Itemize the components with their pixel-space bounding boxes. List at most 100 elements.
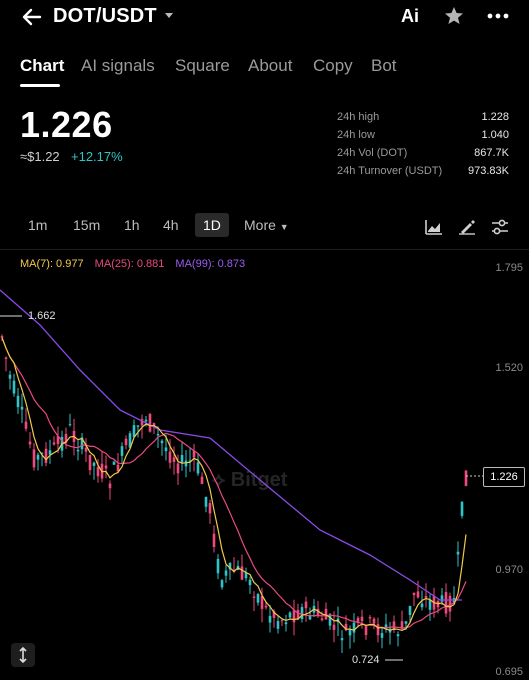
y-axis-tick: 0.970 xyxy=(495,564,523,576)
candle-body xyxy=(172,457,176,462)
stat-value: 973.83K xyxy=(468,165,509,177)
candle-body xyxy=(252,596,256,598)
candle-body xyxy=(92,462,96,466)
current-price-tag: 1.226 xyxy=(483,467,525,487)
candle-body xyxy=(68,424,72,426)
high-marker-label: 1.662 xyxy=(28,310,56,322)
candle-body xyxy=(332,624,336,630)
timeframe-15m[interactable]: 15m xyxy=(73,217,100,233)
candle-body xyxy=(324,608,328,620)
chevron-down-icon: ▼ xyxy=(279,222,289,232)
chart-type-icon[interactable] xyxy=(425,219,443,235)
chevron-down-icon[interactable] xyxy=(163,9,175,21)
star-icon[interactable] xyxy=(444,6,464,26)
stat-label: 24h low xyxy=(337,129,375,141)
candle-body xyxy=(108,483,112,489)
chart-canvas[interactable]: ⟡ Bitget xyxy=(0,250,529,680)
candle-body xyxy=(300,607,304,620)
candle-body xyxy=(460,501,464,516)
candle-body xyxy=(264,605,268,608)
candle-body xyxy=(376,624,380,636)
candle-body xyxy=(164,447,168,452)
timeframe-1d[interactable]: 1D xyxy=(195,213,229,237)
stat-label: 24h Turnover (USDT) xyxy=(337,165,443,177)
tab-chart[interactable]: Chart xyxy=(20,56,64,76)
candle-body xyxy=(328,614,332,626)
candle-body xyxy=(216,558,220,574)
candle-body xyxy=(24,421,28,429)
ma99-line xyxy=(0,289,462,601)
candlestick-chart[interactable]: ⟡ Bitget 1.795 1.520 0.970 0.695 1.662 0… xyxy=(0,250,529,680)
candle-body xyxy=(280,620,284,622)
candle-body xyxy=(76,449,80,452)
candle-body xyxy=(348,629,352,636)
stat-value: 1.040 xyxy=(481,129,509,141)
candle-body xyxy=(120,446,124,456)
candle-body xyxy=(404,621,408,624)
candle-body xyxy=(372,618,376,624)
stats-panel: 24h high 1.228 24h low 1.040 24h Vol (DO… xyxy=(337,111,509,183)
candle-body xyxy=(304,601,308,609)
fiat-price: ≈$1.22 xyxy=(20,149,60,164)
indicator-settings-icon[interactable] xyxy=(491,219,509,235)
candle-body xyxy=(240,566,244,580)
candle-body xyxy=(224,570,228,576)
tab-copy[interactable]: Copy xyxy=(313,56,353,76)
candle-body xyxy=(8,374,12,379)
candle-body xyxy=(464,470,468,486)
expand-icon[interactable] xyxy=(11,643,35,667)
tab-about[interactable]: About xyxy=(248,56,292,76)
back-arrow-icon[interactable] xyxy=(20,5,44,29)
candle-body xyxy=(88,454,92,471)
candle-body xyxy=(168,451,172,463)
stat-value: 1.228 xyxy=(481,111,509,123)
stat-row: 24h Turnover (USDT) 973.83K xyxy=(337,165,509,183)
tab-ai-signals[interactable]: AI signals xyxy=(81,56,155,76)
candle-body xyxy=(184,460,188,467)
more-dots-icon[interactable] xyxy=(487,6,509,26)
draw-pen-icon[interactable] xyxy=(458,219,476,235)
tab-square[interactable]: Square xyxy=(175,56,230,76)
candle-body xyxy=(132,425,136,437)
active-tab-indicator xyxy=(20,84,60,87)
candle-body xyxy=(12,380,16,394)
stat-label: 24h high xyxy=(337,111,380,123)
candle-body xyxy=(96,467,100,477)
candle-body xyxy=(380,633,384,638)
candle-body xyxy=(160,440,164,444)
tab-bot[interactable]: Bot xyxy=(371,56,397,76)
timeframe-more-button[interactable]: More ▼ xyxy=(244,217,289,233)
y-axis-tick: 1.795 xyxy=(495,262,523,274)
candle-body xyxy=(360,616,364,622)
candle-body xyxy=(44,448,48,463)
candle-body xyxy=(20,406,24,410)
candle-body xyxy=(28,441,32,445)
candle-body xyxy=(368,617,372,619)
candle-body xyxy=(444,592,448,614)
candle-body xyxy=(424,595,428,598)
candle-body xyxy=(412,592,416,596)
pair-title[interactable]: DOT/USDT xyxy=(53,5,157,28)
candle-body xyxy=(104,465,108,469)
top-bar: DOT/USDT Ai xyxy=(0,0,529,36)
timeframe-1m[interactable]: 1m xyxy=(28,217,47,233)
low-marker-label: 0.724 xyxy=(352,654,380,666)
candle-body xyxy=(220,580,224,588)
more-label: More xyxy=(244,217,276,233)
stat-value: 867.7K xyxy=(474,147,509,159)
candle-body xyxy=(456,551,460,555)
main-tabs: Chart AI signals Square About Copy Bot xyxy=(0,54,529,88)
candle-body xyxy=(396,634,400,637)
candle-body xyxy=(176,463,180,474)
candle-body xyxy=(196,462,200,474)
stat-row: 24h high 1.228 xyxy=(337,111,509,129)
candle-body xyxy=(440,595,444,602)
candle-body xyxy=(52,442,56,445)
candle-body xyxy=(268,615,272,623)
timeframe-4h[interactable]: 4h xyxy=(163,217,179,233)
candle-body xyxy=(212,533,216,547)
ai-button[interactable]: Ai xyxy=(401,6,419,27)
candle-body xyxy=(364,625,368,635)
timeframe-1h[interactable]: 1h xyxy=(124,217,140,233)
stat-label: 24h Vol (DOT) xyxy=(337,147,408,159)
